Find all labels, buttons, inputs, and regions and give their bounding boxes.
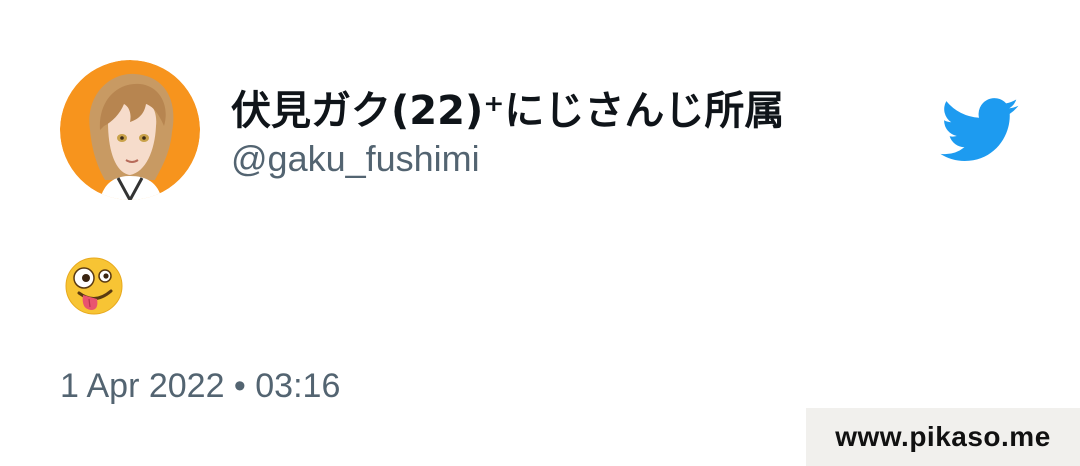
avatar[interactable] bbox=[60, 60, 200, 200]
user-handle[interactable]: @gaku_fushimi bbox=[231, 138, 480, 180]
avatar-icon bbox=[60, 60, 200, 200]
watermark-text: www.pikaso.me bbox=[835, 421, 1051, 452]
zany-face-emoji-icon bbox=[65, 257, 123, 315]
tweet-timestamp[interactable]: 1 Apr 2022 • 03:16 bbox=[60, 367, 340, 406]
twitter-bird-icon[interactable] bbox=[940, 98, 1020, 164]
tweet-card: 伏見ガク(22)⁺にじさんじ所属 @gaku_fushimi 1 Apr 202… bbox=[0, 0, 1080, 466]
watermark-badge: www.pikaso.me bbox=[806, 408, 1080, 466]
display-name[interactable]: 伏見ガク(22)⁺にじさんじ所属 bbox=[231, 78, 784, 136]
